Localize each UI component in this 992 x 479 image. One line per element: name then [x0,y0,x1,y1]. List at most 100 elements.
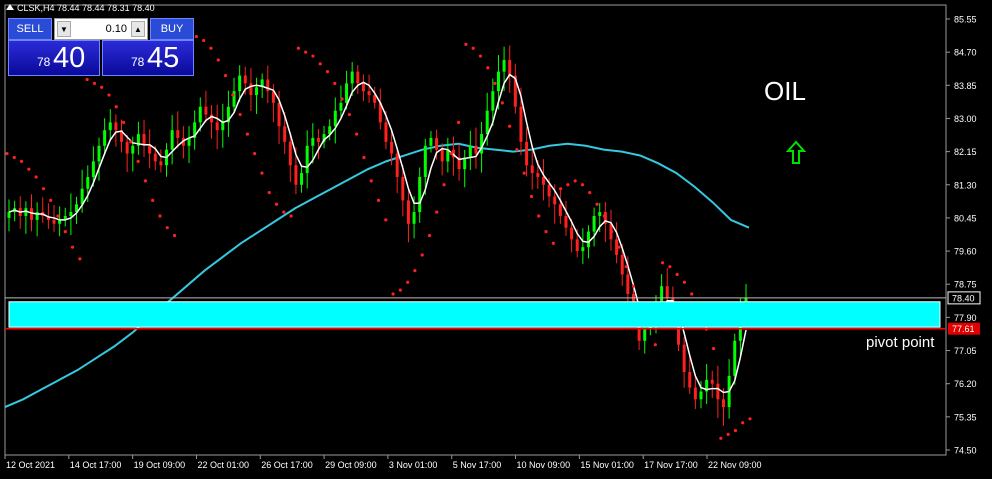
candle-body [114,122,118,131]
candle-body [266,79,270,92]
sar-dot [464,42,468,46]
sar-dot [559,187,563,191]
candle-body [502,59,506,72]
candle-body [361,83,365,92]
candle [474,127,478,169]
candle [361,74,365,102]
sell-price-big: 40 [53,42,86,74]
sar-dot [617,245,621,249]
candle-body [553,196,557,205]
sar-dot [347,112,351,117]
price-tick-label: 79.60 [954,247,977,257]
time-tick-label: 17 Nov 17:00 [644,460,698,470]
sar-dot [471,46,475,50]
collapse-triangle-icon[interactable] [6,4,14,10]
candle-body [367,91,371,96]
sar-dot [515,148,519,152]
candle-body [108,122,112,131]
pivot-price-label: 77.61 [952,324,975,334]
lot-decrease-button[interactable]: ▼ [57,21,71,37]
price-tick-label: 80.45 [954,213,977,223]
sar-dot [406,280,410,284]
sar-dot [92,81,97,85]
candle-body [131,145,135,154]
candle [378,88,382,130]
candle [125,134,129,173]
candle [176,111,180,149]
candle [457,144,461,181]
lot-increase-button[interactable]: ▲ [131,21,145,37]
oil-annotation: OIL [764,76,806,106]
candle [226,90,230,137]
sar-dot [85,77,89,82]
candle [120,119,124,153]
sar-dot [216,58,220,62]
candle [564,200,568,236]
fast-ma-line [8,73,747,394]
candle [356,64,360,95]
lot-size-input[interactable] [73,21,129,37]
resistance-zone-rect [8,301,941,328]
candle-body [693,387,697,400]
sar-dot [660,261,665,265]
sar-dot [413,268,417,273]
slow-moving-average [4,142,750,409]
sar-dot [631,284,636,288]
sar-dot [318,62,322,66]
candle [525,127,529,177]
sar-dot [486,66,490,70]
buy-button[interactable]: BUY [150,18,194,40]
sar-dot [609,229,614,234]
candle-body [519,106,523,142]
sar-dot [449,151,453,156]
sar-dot [384,218,388,222]
candle-body [311,137,315,146]
sar-dot [136,159,140,163]
buy-price-box[interactable]: 78 45 [102,40,194,76]
candle [266,65,270,104]
candle [24,201,28,234]
candle-body [468,145,472,158]
sar-dot [260,171,264,175]
sell-price-box[interactable]: 78 40 [8,40,100,76]
candle-body [721,399,725,408]
sell-button[interactable]: SELL [8,18,52,40]
candle-body [547,184,551,197]
sar-dot [508,124,512,128]
sar-dot [537,214,541,218]
sar-dot [602,214,606,218]
price-tick-label: 74.50 [954,446,977,456]
price-tick-label: 77.05 [954,346,977,356]
sar-dot [726,432,730,436]
candle [716,365,720,419]
candle-body [384,122,388,142]
sar-dot [129,140,133,144]
sar-dot [398,288,402,292]
price-tick-label: 83.85 [954,81,977,91]
candle [108,109,112,141]
candle-body [204,106,208,115]
candle-body [710,379,714,384]
candle [665,268,669,306]
sar-dot [362,155,366,160]
sar-dot [369,179,373,183]
candle-body [238,75,242,92]
buy-price-big: 45 [147,42,180,74]
sar-dot [209,46,213,50]
candle-body [249,83,253,96]
sar-dot [442,183,446,187]
sar-dot [595,202,599,206]
sell-label: SELL [16,23,44,35]
candle-body [103,130,107,146]
sar-dot [391,292,395,296]
sar-dot [100,85,104,89]
time-tick-label: 3 Nov 01:00 [389,460,438,470]
candle-body [221,122,225,131]
candles [7,45,748,426]
candle [429,130,433,153]
sar-dot [143,179,148,183]
candle-body [215,122,219,131]
candle-body [52,219,56,224]
sar-dot [274,202,279,206]
candle-body [305,145,309,174]
